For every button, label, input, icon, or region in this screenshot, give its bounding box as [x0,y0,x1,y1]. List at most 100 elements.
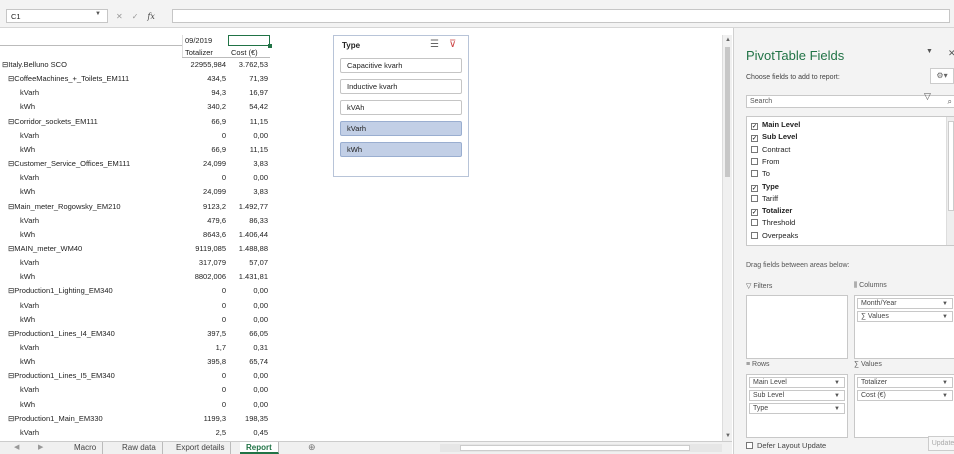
cost-cell[interactable]: 0,00 [228,370,270,381]
search-icon[interactable]: ⌕ [948,97,952,107]
cost-cell[interactable]: 0,00 [228,285,270,296]
chevron-down-icon[interactable]: ▼ [834,378,840,388]
row-label-cell[interactable]: ⊟Production1_Lighting_EM340 [0,285,182,296]
totalizer-cell[interactable]: 434,5 [182,73,228,84]
checkbox[interactable] [751,157,758,165]
field-list-item[interactable]: From [751,157,780,167]
columns-drop-zone[interactable]: Month/Year ▼ ∑ Values ▼ [854,295,954,359]
add-sheet-icon[interactable]: ⊕ [308,442,316,453]
field-list[interactable]: ✓ Main Level ✓ Sub Level Contract From To ✓ Type… [746,116,954,246]
name-box[interactable]: C1 ▼ [6,9,108,23]
row-label-cell[interactable]: ⊟Italy.Belluno SCO [0,59,182,70]
checkbox[interactable]: ✓ [751,123,758,130]
cost-cell[interactable]: 0,31 [228,342,270,353]
chevron-down-icon[interactable]: ▼ [942,391,948,401]
row-label-cell[interactable]: ⊟Production1_Main_EM330 [0,413,182,424]
totalizer-cell[interactable]: 22955,984 [182,59,228,70]
cost-cell[interactable]: 0,00 [228,314,270,325]
pane-options-icon[interactable]: ▼ [926,48,933,55]
row-label-cell[interactable]: kVarh [0,384,182,395]
cost-cell[interactable]: 66,05 [228,328,270,339]
totalizer-header-cell[interactable]: Totalizer [182,47,228,58]
enter-icon[interactable]: ✓ [132,12,148,21]
row-label-cell[interactable]: kVarh [0,300,182,311]
totalizer-cell[interactable]: 9123,2 [182,201,228,212]
checkbox[interactable]: ✓ [751,209,758,217]
defer-layout-checkbox[interactable]: Defer Layout Update [746,441,826,450]
checkbox[interactable]: ✓ [751,135,758,143]
chevron-down-icon[interactable]: ▼ [942,378,948,388]
row-label-cell[interactable]: ⊟MAIN_meter_WM40 [0,243,182,254]
scroll-down-icon[interactable]: ▼ [725,433,731,439]
cost-cell[interactable]: 0,00 [228,130,270,141]
slicer-item-button[interactable]: kWh [340,142,462,157]
row-label-cell[interactable]: kWh [0,314,182,325]
totalizer-cell[interactable]: 0 [182,384,228,395]
checkbox[interactable] [751,231,758,239]
checkbox[interactable] [751,194,758,202]
field-list-item[interactable]: Tariff [751,194,778,204]
sheet-tab[interactable]: Macro [68,442,104,454]
checkbox[interactable] [751,170,758,178]
clear-filter-icon[interactable]: ⊽ [449,39,456,50]
totalizer-cell[interactable]: 66,9 [182,116,228,127]
totalizer-cell[interactable]: 340,2 [182,101,228,112]
slicer-item-button[interactable]: kVarh [340,121,462,136]
field-list-item[interactable]: ✓ Sub Level [751,132,797,143]
field-list-item[interactable]: Overpeaks [751,231,798,241]
filters-area[interactable]: ▽ Filters [746,282,848,362]
row-label-cell[interactable]: ⊟Production1_Lines_I5_EM340 [0,370,182,381]
totalizer-cell[interactable]: 2,5 [182,427,228,438]
multi-select-icon[interactable]: ☰ [430,39,439,50]
field-search-input[interactable]: Search ⌕ [746,95,954,108]
totalizer-cell[interactable]: 0 [182,285,228,296]
month-header-cell[interactable]: 09/2019 [182,35,228,46]
row-label-cell[interactable]: kWh [0,229,182,240]
cost-cell[interactable]: 71,39 [228,73,270,84]
field-list-item[interactable]: Threshold [751,218,795,228]
cost-cell[interactable]: 0,00 [228,172,270,183]
field-list-item[interactable]: ✓ Main Level [751,120,800,130]
sheet-tab[interactable]: Report [240,442,279,454]
rows-field-pill[interactable]: Type ▼ [749,403,845,414]
cost-cell[interactable]: 1.488,88 [228,243,270,254]
row-label-cell[interactable]: kWh [0,144,182,155]
row-label-cell[interactable]: kVarh [0,172,182,183]
totalizer-cell[interactable]: 24,099 [182,186,228,197]
checkbox[interactable] [751,219,758,227]
row-label-cell[interactable]: ⊟Customer_Service_Offices_EM111 [0,158,182,169]
sheet-tab[interactable]: Raw data [116,442,163,454]
slicer-item-button[interactable]: Inductive kvarh [340,79,462,94]
field-list-item[interactable]: ✓ Totalizer [751,206,792,217]
totalizer-cell[interactable]: 1199,3 [182,413,228,424]
cost-cell[interactable]: 0,00 [228,399,270,410]
totalizer-cell[interactable]: 479,6 [182,215,228,226]
row-label-cell[interactable]: kWh [0,101,182,112]
row-label-cell[interactable]: kWh [0,399,182,410]
scroll-up-icon[interactable]: ▲ [725,37,731,43]
totalizer-cell[interactable]: 66,9 [182,144,228,155]
cost-cell[interactable]: 3,83 [228,158,270,169]
totalizer-cell[interactable]: 8643,6 [182,229,228,240]
field-list-item[interactable]: Contract [751,145,790,155]
row-label-cell[interactable]: kVarh [0,257,182,268]
row-label-cell[interactable]: kWh [0,356,182,367]
cost-cell[interactable]: 0,00 [228,384,270,395]
values-field-pill[interactable]: Totalizer ▼ [857,377,953,388]
checkbox[interactable]: ✓ [751,184,758,192]
insert-function-icon[interactable]: fx [147,12,154,21]
tab-prev-icon[interactable]: ◀ [14,443,19,451]
update-button[interactable]: Update [928,436,954,451]
checkbox[interactable] [746,442,753,449]
cost-cell[interactable]: 11,15 [228,116,270,127]
selected-cell[interactable] [228,35,272,48]
totalizer-cell[interactable]: 24,099 [182,158,228,169]
cost-cell[interactable]: 0,45 [228,427,270,438]
totalizer-cell[interactable]: 395,8 [182,356,228,367]
chevron-down-icon[interactable]: ▼ [942,312,948,322]
row-label-cell[interactable]: kVarh [0,130,182,141]
rows-drop-zone[interactable]: Main Level ▼ Sub Level ▼ Type ▼ [746,374,848,438]
rows-area[interactable]: ≡ Rows Main Level ▼ Sub Level ▼ Type ▼ [746,361,848,441]
totalizer-cell[interactable]: 8802,006 [182,271,228,282]
row-label-cell[interactable]: kVarh [0,87,182,98]
